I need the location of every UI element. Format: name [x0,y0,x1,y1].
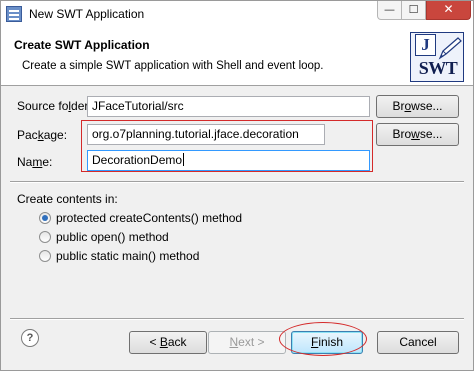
source-folder-label: Source folder: [17,99,92,113]
package-label: Package: [17,128,68,142]
separator [10,181,464,183]
logo-text: SWT [418,58,458,78]
next-button[interactable]: Next > [208,331,286,354]
create-contents-label: Create contents in: [17,192,118,206]
wizard-body: Source folder: JFaceTutorial/src Browse.… [1,86,473,370]
package-browse-button[interactable]: Browse... [376,123,459,146]
window-title: New SWT Application [29,7,145,21]
logo-letter: J [415,34,436,56]
swt-logo-icon: J SWT [410,32,464,82]
help-icon[interactable]: ? [21,329,39,347]
title-bar: New SWT Application — ☐ ✕ [1,1,473,27]
maximize-button[interactable]: ☐ [402,1,426,20]
radio-label: protected createContents() method [56,211,243,225]
highlight-annotation-ellipse [279,322,367,356]
close-button[interactable]: ✕ [426,1,471,20]
pen-icon [438,37,462,60]
wizard-header: Create SWT Application Create a simple S… [1,27,473,86]
radio-button[interactable] [39,250,51,262]
wizard-description: Create a simple SWT application with She… [22,60,324,72]
radio-button[interactable] [39,231,51,243]
highlight-annotation-rect [81,120,373,172]
radio-button[interactable] [39,212,51,224]
radio-label: public static main() method [56,249,200,263]
wizard-window: New SWT Application — ☐ ✕ Create SWT App… [0,0,474,371]
cancel-button[interactable]: Cancel [377,331,459,354]
wizard-title: Create SWT Application [14,38,150,52]
source-folder-field[interactable]: JFaceTutorial/src [87,96,370,117]
back-button[interactable]: < Back [129,331,207,354]
application-window-icon [6,6,22,22]
source-folder-browse-button[interactable]: Browse... [376,95,459,118]
footer-separator [10,318,464,320]
radio-label: public open() method [56,230,169,244]
minimize-button[interactable]: — [377,1,402,20]
name-label: Name: [17,155,53,169]
